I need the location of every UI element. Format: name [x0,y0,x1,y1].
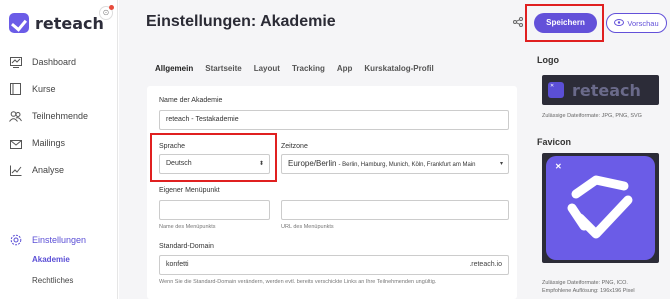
sidebar-item-label: Einstellungen [32,235,87,245]
sidebar-item-label: Teilnehmende [32,111,89,121]
app-logo[interactable]: reteach [9,13,104,33]
timezone-label: Zeitzone [281,143,308,150]
gear-icon [9,234,22,246]
domain-value: konfetti [166,261,189,268]
language-highlight [150,133,277,182]
sidebar-subitem-legal[interactable]: Rechtliches [32,276,73,285]
sidebar-item-participants[interactable]: Teilnehmende [9,110,88,122]
sidebar-item-label: Kurse [32,84,56,94]
logo-format-hint: Zulässige Dateiformate: JPG, PNG, SVG [542,113,642,119]
tab-layout[interactable]: Layout [254,64,280,73]
domain-input[interactable]: konfetti .reteach.io [159,255,509,275]
domain-label: Standard-Domain [159,243,214,250]
preview-label: Vorschau [627,18,659,28]
menu-item-url-hint: URL des Menüpunkts [281,224,334,230]
page-title: Einstellungen: Akademie [146,13,336,30]
logo-preview[interactable]: ✕ reteach [542,75,659,105]
logo-preview-mark-icon: ✕ [548,82,564,98]
menu-item-name-hint: Name des Menüpunkts [159,224,216,230]
sidebar-item-label: Dashboard [32,57,77,67]
academy-name-label: Name der Akademie [159,97,223,104]
favicon-check-icon [567,175,633,239]
domain-hint: Wenn Sie die Standard-Domain verändern, … [159,279,437,285]
eye-icon [614,18,625,28]
favicon-preview[interactable]: ✕ [542,153,659,263]
save-button-highlight [525,4,604,42]
chevron-down-icon: ▾ [497,155,503,173]
tab-homepage[interactable]: Startseite [205,64,241,73]
sidebar: reteach ⊙ Dashboard Kurse Teilnehmende M… [0,0,118,299]
notification-button[interactable]: ⊙ [99,5,114,20]
settings-tabs: Allgemein Startseite Layout Tracking App… [155,64,446,73]
tab-general[interactable]: Allgemein [155,64,193,73]
tab-app[interactable]: App [337,64,353,73]
sidebar-item-mailings[interactable]: Mailings [9,137,65,149]
mail-icon [9,137,22,149]
sidebar-item-label: Mailings [32,138,66,148]
menu-item-label: Eigener Menüpunkt [159,187,220,194]
notification-dot [109,5,114,10]
settings-form-card: Name der Akademie reteach - Testakademie… [147,86,517,299]
dashboard-icon [9,56,22,68]
menu-item-name-input[interactable] [159,200,270,220]
sidebar-subitem-academy[interactable]: Akademie [32,255,70,264]
favicon-image: ✕ [546,156,655,260]
menu-item-url-input[interactable] [281,200,509,220]
share-icon[interactable] [513,17,523,30]
tab-course-catalog-profile[interactable]: Kurskatalog-Profil [364,64,433,73]
sidebar-item-settings[interactable]: Einstellungen [9,234,86,246]
favicon-format-hint: Zulässige Dateiformate: PNG, ICO. [542,280,628,286]
tab-tracking[interactable]: Tracking [292,64,325,73]
domain-suffix: .reteach.io [469,261,502,268]
sidebar-item-courses[interactable]: Kurse [9,83,56,95]
chart-icon [9,164,22,176]
timezone-detail: - Berlin, Hamburg, Munich, Köln, Frankfu… [338,162,476,168]
sidebar-item-analytics[interactable]: Analyse [9,164,64,176]
users-icon [9,110,22,122]
logo-preview-text: reteach [572,80,641,100]
sidebar-item-dashboard[interactable]: Dashboard [9,56,76,68]
logo-mark-icon [9,13,29,33]
favicon-resolution-hint: Empfohlene Auflösung: 196x196 Pixel [542,288,635,294]
timezone-value: Europe/Berlin [288,159,337,168]
sidebar-item-label: Analyse [32,165,65,175]
favicon-section-title: Favicon [537,137,572,147]
preview-button[interactable]: Vorschau [606,13,667,33]
academy-name-input[interactable]: reteach - Testakademie [159,110,509,130]
book-icon [9,83,22,95]
timezone-select[interactable]: Europe/Berlin - Berlin, Hamburg, Munich,… [281,154,509,174]
app-name: reteach [35,13,104,33]
logo-section-title: Logo [537,55,559,65]
